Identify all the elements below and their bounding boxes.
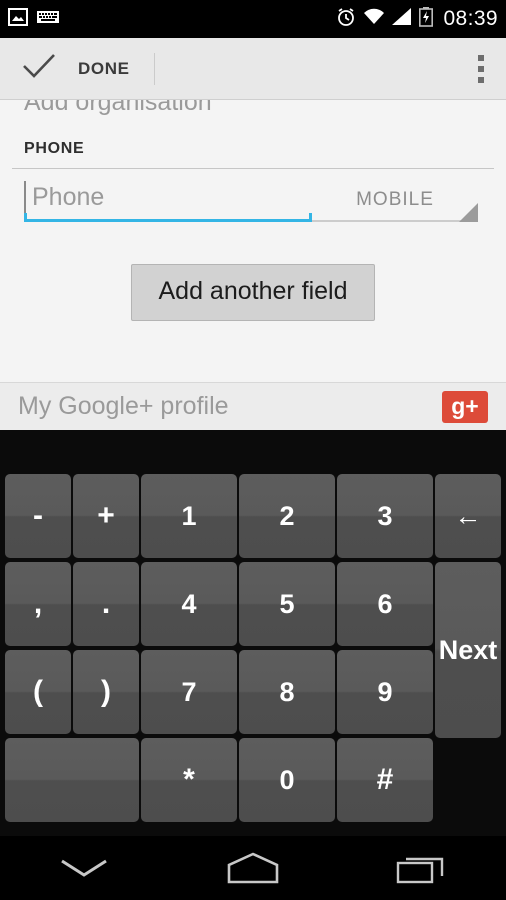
done-label: DONE (78, 58, 130, 78)
phone-field-row: Phone MOBILE (0, 175, 506, 228)
key-4[interactable]: 4 (141, 562, 237, 646)
status-bar-clock: 08:39 (443, 7, 498, 30)
keyboard-row: ,. 4 5 6 Next (0, 562, 506, 738)
section-divider (12, 168, 494, 169)
status-bar: 08:39 (0, 0, 506, 38)
phone-input-placeholder: Phone (32, 183, 105, 211)
key-period[interactable]: . (73, 562, 139, 646)
key-comma[interactable]: , (5, 562, 71, 646)
key-paren-open[interactable]: ( (5, 650, 71, 734)
keyboard-row: () 7 8 9 (0, 650, 506, 738)
phone-keyboard: - +1 2 3 ← ,. 4 5 6 Next () 7 8 9 * 0 # (0, 430, 506, 836)
key-7[interactable]: 7 (141, 650, 237, 734)
keyboard-row: * 0 # (0, 738, 506, 826)
key-1[interactable]: 1 (141, 474, 237, 558)
google-plus-icon: g+ (442, 390, 488, 423)
battery-charging-icon (419, 6, 434, 32)
add-organisation-row[interactable]: Add organisation (0, 100, 506, 122)
key-hash[interactable]: # (337, 738, 433, 822)
phone-input-underline (24, 213, 312, 222)
key-5[interactable]: 5 (239, 562, 335, 646)
home-icon[interactable] (169, 851, 338, 885)
chevron-down-icon[interactable] (0, 855, 169, 881)
key-3[interactable]: 3 (337, 474, 433, 558)
key-asterisk[interactable]: * (141, 738, 237, 822)
signal-icon (392, 8, 412, 30)
contact-editor-content: Add organisation PHONE Phone MOBILE Add … (0, 100, 506, 430)
key-blank[interactable] (5, 738, 139, 822)
status-bar-notifications (8, 7, 59, 31)
key-8[interactable]: 8 (239, 650, 335, 734)
key-paren-close[interactable]: ) (73, 650, 139, 734)
phone-type-label: MOBILE (356, 189, 434, 210)
add-field-container: Add another field (0, 264, 506, 321)
key-6[interactable]: 6 (337, 562, 433, 646)
key-plus[interactable]: + (73, 474, 139, 558)
phone-type-underline (312, 203, 478, 222)
text-caret (24, 181, 26, 215)
phone-section-title: PHONE (24, 140, 85, 157)
alarm-icon (336, 7, 356, 32)
chevron-down-icon (459, 203, 478, 222)
google-plus-label: My Google+ profile (18, 392, 229, 420)
wifi-icon (363, 8, 385, 30)
phone-type-spinner[interactable]: MOBILE (312, 180, 494, 228)
key-minus[interactable]: - (5, 474, 71, 558)
key-backspace[interactable]: ← (435, 474, 501, 558)
phone-input[interactable]: Phone (12, 175, 312, 228)
action-bar: DONE (0, 38, 506, 100)
key-2[interactable]: 2 (239, 474, 335, 558)
google-plus-profile-row[interactable]: My Google+ profile g+ (0, 382, 506, 430)
done-button[interactable]: DONE (0, 53, 130, 84)
action-bar-divider (153, 52, 155, 85)
overflow-menu-icon[interactable] (478, 54, 484, 83)
keyboard-icon (37, 10, 59, 29)
add-another-field-button[interactable]: Add another field (131, 264, 375, 321)
recents-icon[interactable] (337, 851, 506, 885)
key-0[interactable]: 0 (239, 738, 335, 822)
key-9[interactable]: 9 (337, 650, 433, 734)
check-icon (22, 53, 56, 84)
screenshot-icon (8, 7, 28, 31)
keyboard-row: - +1 2 3 ← (0, 474, 506, 562)
status-bar-system-icons: 08:39 (336, 6, 498, 32)
navigation-bar (0, 836, 506, 900)
